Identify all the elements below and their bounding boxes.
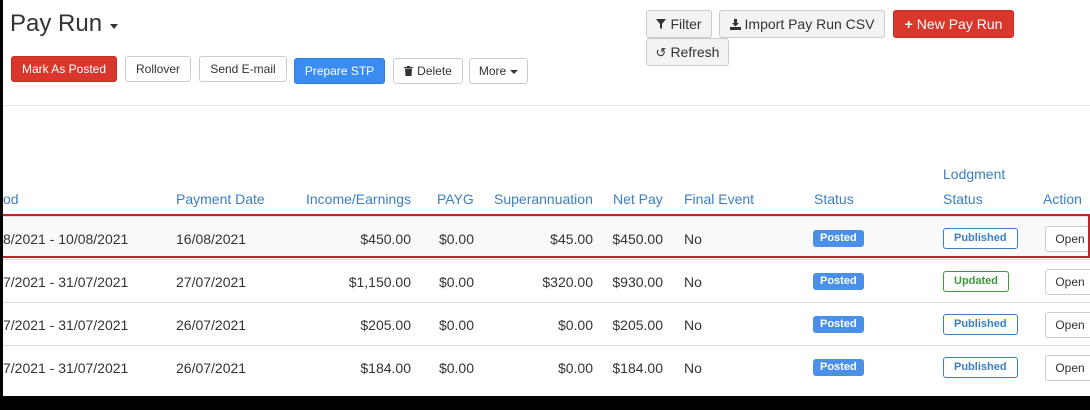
cell-final-event: No [684,230,702,247]
prepare-stp-button[interactable]: Prepare STP [294,58,385,84]
mark-as-posted-button[interactable]: Mark As Posted [11,56,117,82]
column-income-earnings[interactable]: Income/Earnings [306,191,411,207]
cell-payg: $0.00 [438,273,474,290]
cell-final-event: No [684,273,702,290]
cell-income: $205.00 [360,316,411,333]
cell-final-event: No [684,359,702,376]
cell-period: 8/2021 - 10/08/2021 [3,230,129,247]
cell-super: $0.00 [557,316,593,333]
refresh-button[interactable]: ↺ Refresh [646,38,729,66]
table-row[interactable]: 8/2021 - 10/08/2021 16/08/2021 $450.00 $… [3,216,1090,259]
new-pay-run-label: New Pay Run [916,16,1003,32]
pay-run-page: Pay Run Filter Import Pay Run CSV + New … [3,0,1090,396]
lodgment-status-badge: Published [943,314,1018,335]
column-superannuation[interactable]: Superannuation [494,191,593,207]
prepare-stp-label: Prepare STP [304,64,375,78]
caret-down-icon [110,23,119,29]
page-title-dropdown[interactable]: Pay Run [10,10,119,38]
more-dropdown-button[interactable]: More [469,58,528,84]
status-badge: Posted [813,316,864,333]
divider [3,105,1090,106]
table-row[interactable]: 7/2021 - 31/07/2021 26/07/2021 $205.00 $… [3,302,1090,345]
cell-period: 7/2021 - 31/07/2021 [3,273,129,290]
table-row[interactable]: 7/2021 - 31/07/2021 27/07/2021 $1,150.00… [3,259,1090,302]
cell-net-pay: $450.00 [612,230,663,247]
cell-net-pay: $930.00 [612,273,663,290]
column-status[interactable]: Status [814,191,854,207]
refresh-label: Refresh [670,44,720,60]
delete-button[interactable]: Delete [393,58,463,84]
new-pay-run-button[interactable]: + New Pay Run [893,10,1014,38]
cell-net-pay: $184.00 [612,359,663,376]
filter-label: Filter [670,16,702,32]
send-email-label: Send E-mail [210,62,276,76]
column-payment-date[interactable]: Payment Date [176,191,265,207]
cell-net-pay: $205.00 [612,316,663,333]
cell-payment-date: 16/08/2021 [176,230,247,247]
open-button[interactable]: Open [1045,354,1090,381]
column-net-pay[interactable]: Net Pay [613,191,663,207]
cell-payment-date: 26/07/2021 [176,359,247,376]
column-lodgment-line1[interactable]: Lodgment [943,166,1005,182]
cell-period: 7/2021 - 31/07/2021 [3,359,129,376]
filter-button[interactable]: Filter [646,10,712,38]
cell-final-event: No [684,316,702,333]
column-final-event[interactable]: Final Event [684,191,754,207]
trash-icon [404,66,414,76]
lodgment-status-badge: Published [943,228,1018,249]
rollover-label: Rollover [135,62,180,76]
table-row[interactable]: 7/2021 - 31/07/2021 26/07/2021 $184.00 $… [3,345,1090,388]
download-icon [729,18,741,30]
lodgment-status-badge: Published [943,357,1018,378]
cell-income: $1,150.00 [348,273,411,290]
column-action: Action [1043,191,1082,207]
cell-payment-date: 26/07/2021 [176,316,247,333]
import-pay-run-csv-button[interactable]: Import Pay Run CSV [719,10,885,38]
page-title: Pay Run [10,10,103,37]
cell-payg: $0.00 [438,359,474,376]
filter-icon [656,19,667,29]
cell-income: $450.00 [360,230,411,247]
status-badge: Posted [813,273,864,290]
cell-payment-date: 27/07/2021 [176,273,247,290]
column-period[interactable]: od [3,191,19,207]
cell-period: 7/2021 - 31/07/2021 [3,316,129,333]
refresh-icon: ↺ [655,44,667,60]
lodgment-status-badge: Updated [943,271,1009,292]
open-button[interactable]: Open [1045,311,1090,338]
plus-icon: + [904,16,913,32]
cell-payg: $0.00 [438,230,474,247]
column-lodgment-line2[interactable]: Status [943,191,983,207]
rollover-button[interactable]: Rollover [125,56,191,82]
caret-down-icon [510,70,519,74]
cell-super: $320.00 [542,273,593,290]
send-email-button[interactable]: Send E-mail [199,56,287,82]
status-badge: Posted [813,359,864,376]
cell-income: $184.00 [360,359,411,376]
cell-payg: $0.00 [438,316,474,333]
status-badge: Posted [813,230,864,247]
more-label: More [478,64,507,78]
cell-super: $45.00 [550,230,593,247]
open-button[interactable]: Open [1045,268,1090,295]
cell-super: $0.00 [557,359,593,376]
mark-as-posted-label: Mark As Posted [21,62,107,76]
open-button[interactable]: Open [1045,225,1090,252]
import-csv-label: Import Pay Run CSV [744,16,875,32]
column-payg[interactable]: PAYG [437,191,474,207]
delete-label: Delete [417,64,452,78]
